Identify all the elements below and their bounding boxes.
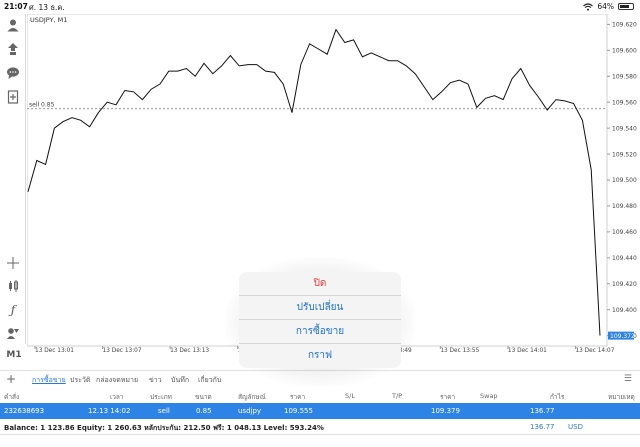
y-tick-label: 109.520	[612, 151, 637, 158]
chat-icon[interactable]	[4, 64, 22, 82]
x-tick-label: 13 Dec 13:01	[35, 348, 74, 354]
total-profit: 136.77	[530, 423, 555, 431]
trade-button[interactable]: การซื้อขาย	[239, 320, 401, 344]
balance-text: Balance: 1 123.86 Equity: 1 260.63 หลักป…	[4, 424, 324, 432]
x-tick-label: 13 Dec 13:55	[440, 348, 479, 354]
y-tick-label: 109.580	[612, 73, 637, 80]
cell-profit: 136.77	[530, 407, 555, 415]
header-time: เวลา	[110, 393, 124, 401]
balance-bar: Balance: 1 123.86 Equity: 1 260.63 หลักป…	[0, 419, 640, 435]
tab-about[interactable]: เกี่ยวกับ	[198, 375, 221, 386]
y-tick-label: 109.460	[612, 229, 637, 236]
close-order-button[interactable]: ปิด	[239, 272, 401, 296]
objects-icon[interactable]	[4, 324, 22, 342]
tab-trade[interactable]: การซื้อขาย	[32, 375, 66, 386]
y-axis: 109.620 109.600 109.580 109.560 109.540 109.5…	[607, 22, 637, 340]
header-tp: T/P	[392, 392, 403, 400]
y-tick-label: 109.440	[612, 255, 637, 262]
left-toolbar: ƒ M1	[0, 14, 26, 360]
x-tick-label: 13 Dec 13:13	[170, 348, 209, 354]
y-tick-label: 109.560	[612, 99, 637, 106]
symbol-label: USDJPY, M1	[30, 16, 67, 24]
account-icon[interactable]	[4, 16, 22, 34]
new-order-icon[interactable]	[4, 88, 22, 106]
wifi-icon	[583, 2, 594, 11]
timeframe-button[interactable]: M1	[4, 346, 24, 364]
y-tick-label: 109.400	[612, 307, 637, 314]
current-price-label: 109.372	[608, 331, 635, 340]
header-sl: S/L	[345, 392, 355, 400]
table-header: คำสั่ง เวลา ประเภท ขนาด สัญลักษณ์ ราคา S…	[0, 389, 640, 403]
x-tick-label: 13 Dec 14:07	[575, 348, 614, 354]
header-order: คำสั่ง	[4, 393, 20, 401]
header-comment: หมายเหตุ	[608, 393, 635, 401]
modify-order-button[interactable]: ปรับเปลี่ยน	[239, 296, 401, 320]
tab-mailbox[interactable]: กล่องจดหมาย	[96, 375, 138, 386]
y-tick-label: 109.540	[612, 125, 637, 132]
header-size: ขนาด	[195, 393, 212, 401]
cell-order: 232638693	[4, 407, 45, 415]
order-action-sheet: ปิด ปรับเปลี่ยน การซื้อขาย กราฟ	[239, 272, 401, 368]
y-tick-label: 109.420	[612, 281, 637, 288]
header-profit: กำไร	[550, 393, 565, 401]
y-tick-label: 109.480	[612, 203, 637, 210]
crosshair-icon[interactable]	[4, 254, 22, 272]
add-icon[interactable]: +	[6, 372, 16, 386]
cell-size: 0.85	[196, 407, 212, 415]
y-tick-label: 109.620	[612, 22, 637, 29]
status-bar: 21:07 ศ. 13 ธ.ค. 64%	[0, 0, 640, 14]
battery-icon	[618, 3, 634, 10]
cell-time: 12.13 14:02	[88, 407, 131, 415]
cell-type: sell	[158, 407, 170, 415]
cell-price: 109.555	[284, 407, 313, 415]
tab-journal[interactable]: บันทึก	[171, 375, 189, 386]
menu-icon[interactable]: ☰	[624, 374, 632, 384]
header-price: ราคา	[290, 393, 306, 401]
order-line-label: sell 0.85	[29, 102, 55, 109]
cell-current-price: 109.379	[431, 407, 460, 415]
tab-history[interactable]: ประวัติ	[70, 375, 90, 386]
cell-symbol: usdjpy	[238, 407, 262, 415]
header-swap: Swap	[480, 392, 498, 400]
header-current-price: ราคา	[440, 393, 456, 401]
currency-label: USD	[568, 423, 583, 431]
tab-news[interactable]: ข่าว	[149, 375, 162, 386]
status-time: 21:07	[4, 2, 28, 11]
price-label-text: 109.372	[610, 333, 635, 340]
y-tick-label: 109.600	[612, 48, 637, 55]
header-type: ประเภท	[150, 393, 172, 401]
x-tick-label: 13 Dec 13:07	[103, 348, 142, 354]
y-tick-label: 109.500	[612, 177, 637, 184]
status-right: 64%	[583, 2, 634, 11]
indicators-icon[interactable]	[4, 277, 22, 295]
chart-button[interactable]: กราฟ	[239, 344, 401, 368]
trade-icon[interactable]	[4, 40, 22, 58]
status-date: ศ. 13 ธ.ค.	[29, 3, 65, 12]
app-window: { "status_bar": { "time": "21:07", "date…	[0, 0, 640, 447]
header-symbol: สัญลักษณ์	[238, 393, 266, 401]
x-tick-label: 13 Dec 14:01	[508, 348, 547, 354]
table-row[interactable]: 232638693 12.13 14:02 sell 0.85 usdjpy 1…	[0, 403, 640, 419]
battery-percent: 64%	[597, 2, 614, 11]
function-icon[interactable]: ƒ	[4, 301, 22, 319]
